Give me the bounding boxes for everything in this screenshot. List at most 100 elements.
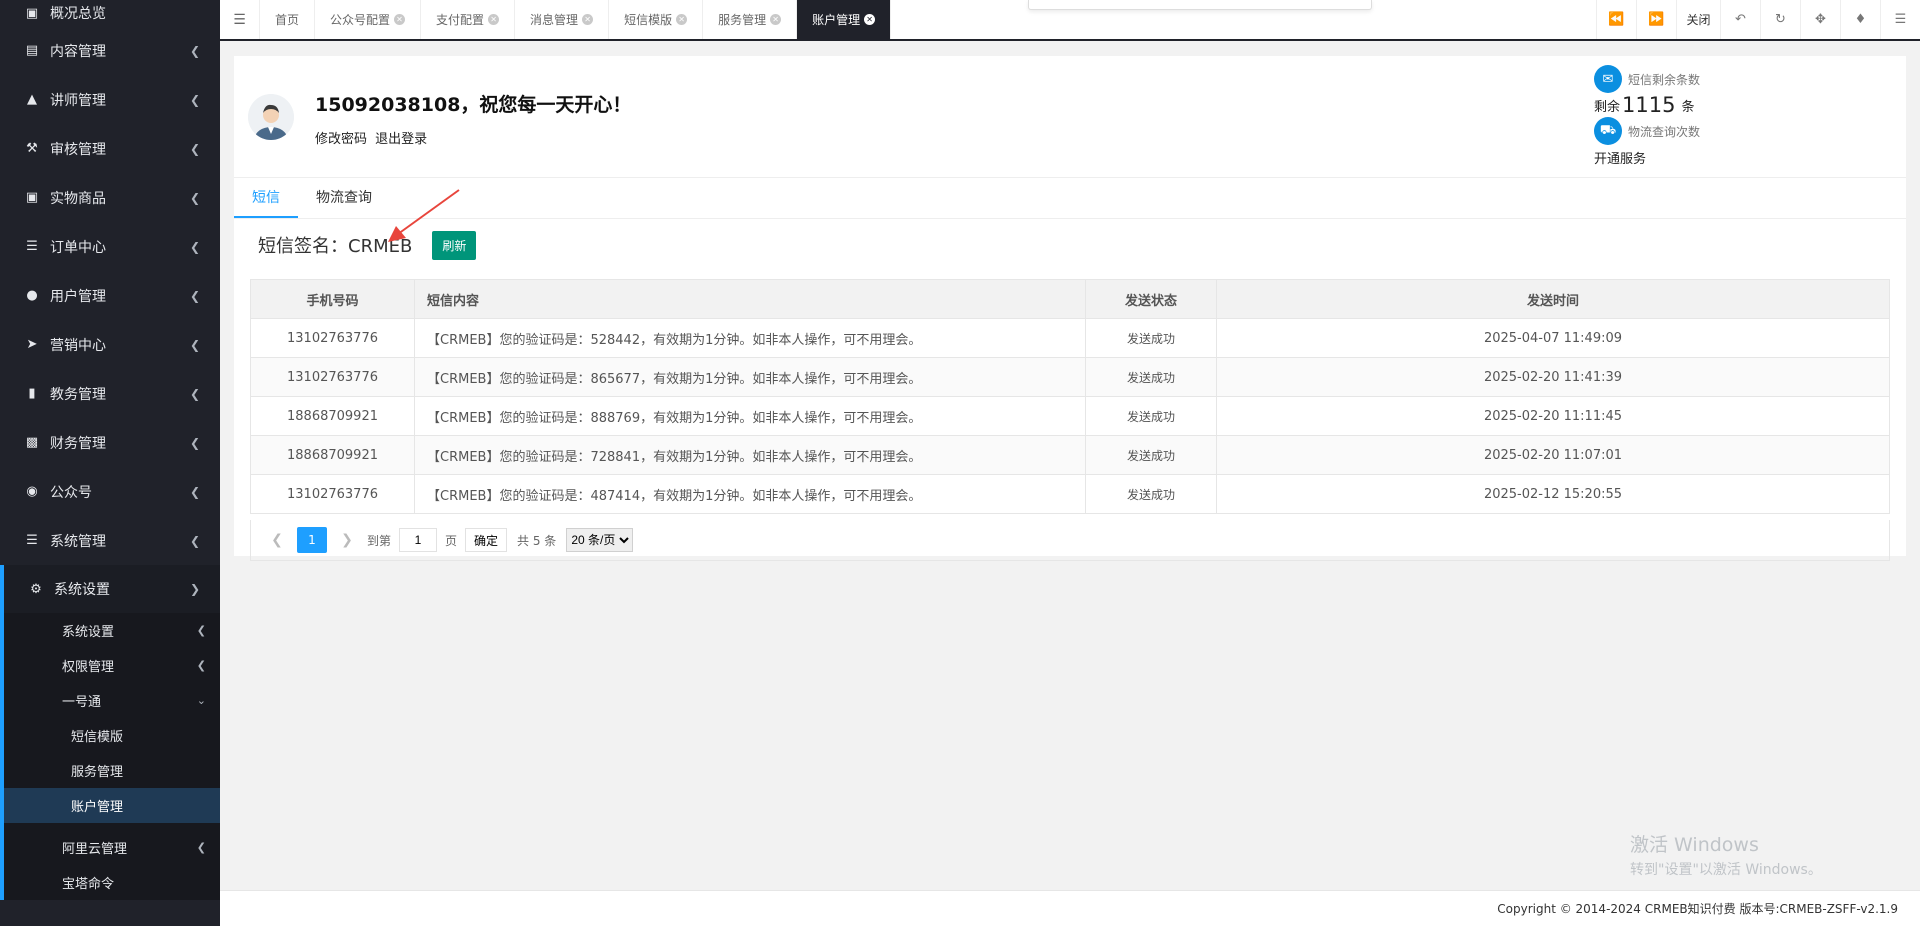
tab-logistics[interactable]: 物流查询 (298, 178, 390, 218)
tab-label: 首页 (275, 13, 300, 27)
confirm-page-button[interactable]: 确定 (465, 528, 508, 552)
tab-payment-config[interactable]: 支付配置 ✕ (421, 0, 516, 39)
user-icon: ● (26, 288, 38, 303)
sidebar-subitem-label: 系统设置 (62, 625, 115, 640)
close-icon[interactable]: ✕ (676, 14, 688, 25)
close-icon[interactable]: ✕ (394, 14, 406, 25)
refresh-icon[interactable]: ↻ (1760, 0, 1800, 39)
close-icon[interactable]: ✕ (770, 14, 782, 25)
windows-activation-watermark: 激活 Windows 转到"设置"以激活 Windows。 (1630, 830, 1822, 879)
close-icon[interactable]: ✕ (864, 14, 876, 25)
sidebar-subitem-permissions[interactable]: 权限管理 ❮ (4, 648, 220, 683)
sidebar-item-goods[interactable]: ▣ 实物商品 ❮ (0, 173, 220, 222)
paper-plane-icon: ➤ (26, 337, 38, 352)
content-tabs: 短信 物流查询 (234, 178, 1906, 219)
column-header-phone: 手机号码 (250, 279, 415, 319)
wechat-icon: ◉ (26, 484, 38, 499)
tab-label: 服务管理 (718, 13, 767, 27)
avatar (248, 94, 294, 140)
cell-status: 发送成功 (1085, 396, 1217, 436)
sidebar-item-orders[interactable]: ☰ 订单中心 ❮ (0, 222, 220, 271)
sidebar-subitem-service-manage[interactable]: 服务管理 (4, 753, 220, 788)
sidebar-item-finance[interactable]: ▩ 财务管理 ❮ (0, 418, 220, 467)
sidebar-subitem-account-manage[interactable]: 账户管理 (4, 788, 220, 823)
menu-icon[interactable]: ☰ (1880, 0, 1920, 39)
close-icon[interactable]: ✕ (488, 14, 500, 25)
sidebar-subitem-yihaotong[interactable]: 一号通 ⌄ (4, 683, 220, 718)
current-page-button[interactable]: 1 (297, 527, 327, 553)
sidebar-item-overview[interactable]: ▣ 概况总览 (0, 0, 220, 26)
sidebar-subitem-aliyun[interactable]: 阿里云管理 ❮ (4, 823, 220, 865)
tab-label: 支付配置 (436, 13, 485, 27)
graduation-cap-icon: ▲ (27, 92, 37, 107)
cell-time: 2025-02-12 15:20:55 (1216, 474, 1890, 514)
sidebar-item-label: 订单中心 (50, 239, 106, 256)
sidebar-item-system-manage[interactable]: ☰ 系统管理 ❮ (0, 516, 220, 565)
close-icon[interactable]: ✕ (582, 14, 594, 25)
money-icon: ▩ (25, 435, 39, 450)
tab-sms[interactable]: 短信 (234, 178, 298, 218)
sidebar-item-label: 内容管理 (50, 43, 106, 60)
list-icon: ☰ (26, 533, 38, 548)
sidebar-item-lecturer[interactable]: ▲ 讲师管理 ❮ (0, 75, 220, 124)
bell-icon[interactable]: ♦ (1840, 0, 1880, 39)
sidebar-item-marketing[interactable]: ➤ 营销中心 ❮ (0, 320, 220, 369)
goto-label: 到第 (367, 533, 392, 548)
remaining-prefix: 剩余 (1594, 99, 1621, 115)
tab-label: 消息管理 (530, 13, 579, 27)
sidebar-item-academic[interactable]: ▮ 教务管理 ❮ (0, 369, 220, 418)
undo-icon[interactable]: ↶ (1720, 0, 1760, 39)
sidebar: ▣ 概况总览 ▤ 内容管理 ❮ ▲ 讲师管理 ❮ ⚒ 审核管理 ❮ ▣ 实物商品… (0, 0, 220, 926)
menu-toggle-icon[interactable]: ☰ (220, 0, 260, 39)
tab-wechat-config[interactable]: 公众号配置 ✕ (315, 0, 422, 39)
sidebar-subitem-system-settings[interactable]: 系统设置 ❮ (4, 613, 220, 648)
sidebar-item-system-settings[interactable]: ⚙ 系统设置 ❯ (0, 565, 220, 613)
logout-link[interactable]: 退出登录 (375, 132, 427, 147)
sidebar-item-review[interactable]: ⚒ 审核管理 ❮ (0, 124, 220, 173)
cell-status: 发送成功 (1085, 474, 1217, 514)
cell-content: 【CRMEB】您的验证码是：728841，有效期为1分钟。如非本人操作，可不用理… (414, 435, 1086, 475)
tab-account-manage[interactable]: 账户管理 ✕ (797, 0, 892, 39)
sidebar-subitem-label: 服务管理 (71, 765, 124, 780)
account-links: 修改密码 退出登录 (315, 128, 431, 147)
chevron-left-icon: ❮ (189, 141, 200, 156)
sidebar-item-content[interactable]: ▤ 内容管理 ❮ (0, 26, 220, 75)
tab-message-manage[interactable]: 消息管理 ✕ (515, 0, 610, 39)
list-icon: ☰ (26, 239, 38, 254)
sidebar-subitem-baota[interactable]: 宝塔命令 (4, 865, 220, 900)
table-row: 13102763776 【CRMEB】您的验证码是：528442，有效期为1分钟… (250, 318, 1890, 358)
close-tabs-button[interactable]: 关闭 (1676, 0, 1720, 39)
sidebar-submenu: 系统设置 ❮ 权限管理 ❮ 一号通 ⌄ 短信模版 服务管理 账户管理 阿里云管理… (0, 613, 220, 900)
logistics-label: 物流查询次数 (1628, 124, 1701, 139)
cell-status: 发送成功 (1085, 435, 1217, 475)
scroll-left-icon[interactable]: ⏪ (1596, 0, 1636, 39)
open-service-link[interactable]: 开通服务 (1594, 144, 1700, 170)
next-page-icon[interactable]: ❯ (337, 527, 357, 553)
table-row: 18868709921 【CRMEB】您的验证码是：728841，有效期为1分钟… (250, 435, 1890, 475)
cell-time: 2025-02-20 11:41:39 (1216, 357, 1890, 397)
table-header-row: 手机号码 短信内容 发送状态 发送时间 (250, 279, 1890, 319)
sidebar-subitem-label: 一号通 (62, 695, 102, 710)
account-stats: ✉ 短信剩余条数 剩余 1115 条 ⛟ 物流查询次数 开通服务 (1594, 65, 1701, 170)
prev-page-icon[interactable]: ❮ (267, 527, 287, 553)
tab-service-manage[interactable]: 服务管理 ✕ (703, 0, 798, 39)
tab-home[interactable]: 首页 (260, 0, 316, 39)
bank-icon: ▣ (25, 5, 39, 21)
change-password-link[interactable]: 修改密码 (315, 132, 367, 147)
goto-page-input[interactable] (399, 528, 438, 552)
sidebar-subitem-sms-template[interactable]: 短信模版 (4, 718, 220, 753)
chevron-left-icon: ❮ (189, 239, 200, 254)
gear-icon: ⚙ (30, 581, 42, 597)
scroll-right-icon[interactable]: ⏩ (1636, 0, 1676, 39)
tab-sms-template[interactable]: 短信模版 ✕ (609, 0, 704, 39)
cart-icon: ▣ (25, 190, 39, 205)
sidebar-item-wechat[interactable]: ◉ 公众号 ❮ (0, 467, 220, 516)
sidebar-item-label: 审核管理 (50, 141, 106, 158)
column-header-content: 短信内容 (414, 279, 1086, 319)
cell-time: 2025-02-20 11:07:01 (1216, 435, 1890, 475)
fullscreen-icon[interactable]: ✥ (1800, 0, 1840, 39)
page-size-select[interactable]: 20 条/页 (566, 528, 634, 552)
sidebar-item-users[interactable]: ● 用户管理 ❮ (0, 271, 220, 320)
topbar-actions: ⏪ ⏩ 关闭 ↶ ↻ ✥ ♦ ☰ (1596, 0, 1920, 39)
cell-phone: 13102763776 (250, 318, 415, 358)
